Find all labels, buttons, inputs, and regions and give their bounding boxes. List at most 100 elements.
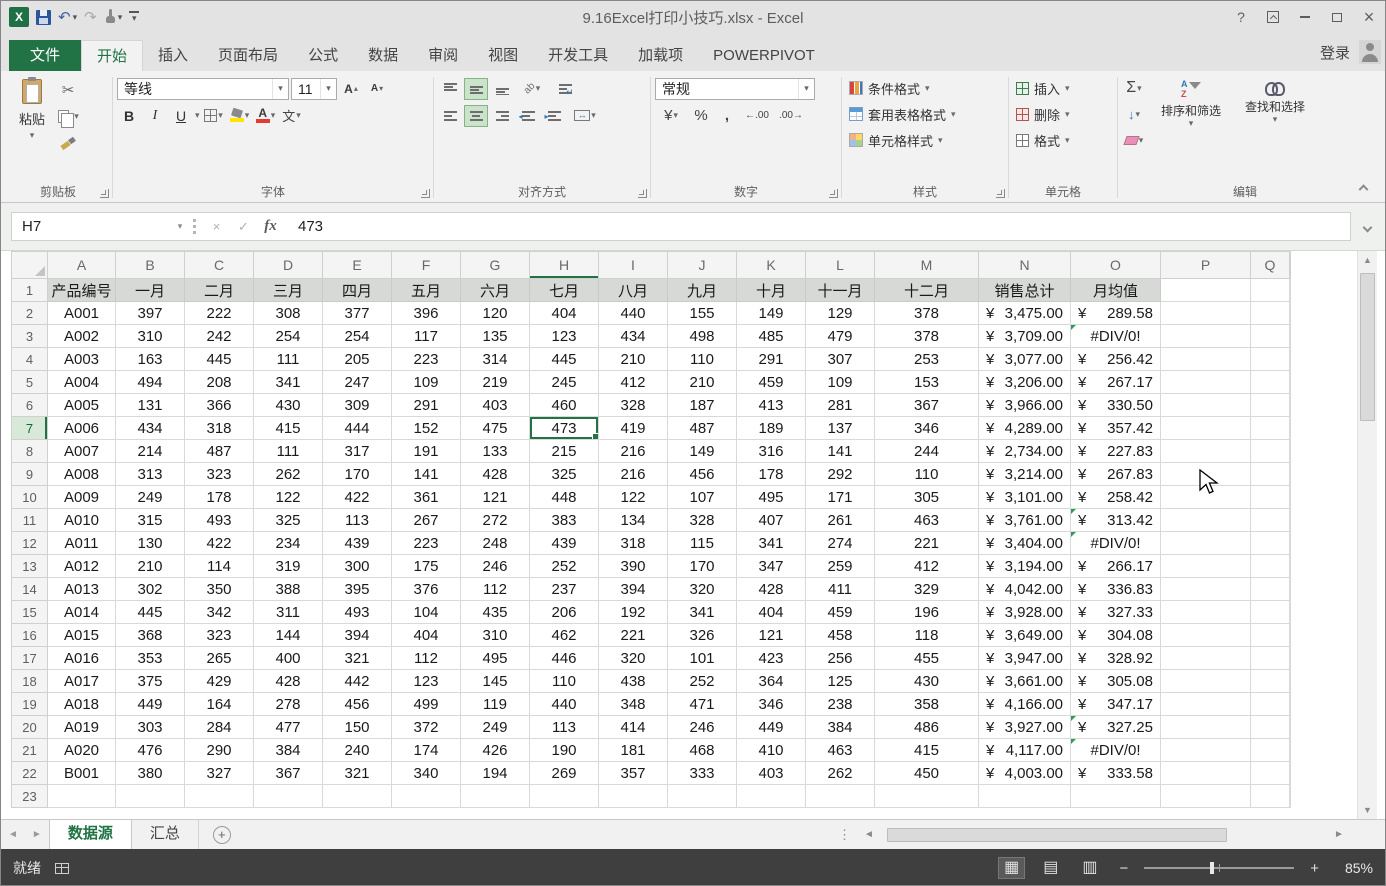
cell-E3[interactable]: 254 bbox=[323, 325, 392, 348]
cell-L3[interactable]: 479 bbox=[806, 325, 875, 348]
column-header-Q[interactable]: Q bbox=[1251, 252, 1290, 279]
cell-P8[interactable] bbox=[1161, 440, 1251, 463]
cell-Q20[interactable] bbox=[1251, 716, 1290, 739]
cell-C18[interactable]: 429 bbox=[185, 670, 254, 693]
cell-L20[interactable]: 384 bbox=[806, 716, 875, 739]
cell-O22[interactable]: ¥333.58 bbox=[1071, 762, 1161, 785]
cell-Q8[interactable] bbox=[1251, 440, 1290, 463]
tab-data[interactable]: 数据 bbox=[353, 40, 413, 71]
cell-P15[interactable] bbox=[1161, 601, 1251, 624]
phonetic-guide-button[interactable]: 文▾ bbox=[280, 105, 304, 127]
column-header-G[interactable]: G bbox=[461, 252, 530, 279]
cell-O20[interactable]: ¥327.25 bbox=[1071, 716, 1161, 739]
cell-B3[interactable]: 310 bbox=[116, 325, 185, 348]
cell-N19[interactable]: ¥4,166.00 bbox=[979, 693, 1071, 716]
cell-J13[interactable]: 170 bbox=[668, 555, 737, 578]
undo-button[interactable]: ↶▾ bbox=[58, 10, 77, 25]
row-header-7[interactable]: 7 bbox=[12, 417, 48, 440]
cell-A20[interactable]: A019 bbox=[48, 716, 116, 739]
row-header-8[interactable]: 8 bbox=[12, 440, 48, 463]
number-format-combo[interactable]: 常规▾ bbox=[655, 78, 815, 100]
align-right-button[interactable] bbox=[490, 105, 514, 127]
cell-partial-row[interactable] bbox=[737, 785, 806, 808]
cell-B11[interactable]: 315 bbox=[116, 509, 185, 532]
cell-O21[interactable]: #DIV/0! bbox=[1071, 739, 1161, 762]
cell-partial-row[interactable] bbox=[116, 785, 185, 808]
cell-overflow-6[interactable] bbox=[1290, 394, 1291, 417]
cell-C22[interactable]: 327 bbox=[185, 762, 254, 785]
borders-button[interactable]: ▾ bbox=[202, 105, 226, 127]
cell-N8[interactable]: ¥2,734.00 bbox=[979, 440, 1071, 463]
cell-N10[interactable]: ¥3,101.00 bbox=[979, 486, 1071, 509]
cell-L1[interactable]: 十一月 bbox=[806, 279, 875, 302]
row-header-15[interactable]: 15 bbox=[12, 601, 48, 624]
row-header-21[interactable]: 21 bbox=[12, 739, 48, 762]
alignment-dialog-launcher[interactable] bbox=[638, 189, 647, 198]
cell-E11[interactable]: 113 bbox=[323, 509, 392, 532]
cell-H16[interactable]: 462 bbox=[530, 624, 599, 647]
cell-J10[interactable]: 107 bbox=[668, 486, 737, 509]
formula-input[interactable]: 473 bbox=[284, 218, 323, 235]
row-header-10[interactable]: 10 bbox=[12, 486, 48, 509]
tab-file[interactable]: 文件 bbox=[9, 40, 81, 71]
find-select-button[interactable]: 查找和选择 ▾ bbox=[1236, 75, 1314, 151]
cell-F8[interactable]: 191 bbox=[392, 440, 461, 463]
conditional-formatting-button[interactable]: 条件格式▾ bbox=[846, 75, 1004, 101]
cell-D2[interactable]: 308 bbox=[254, 302, 323, 325]
cell-overflow-22[interactable] bbox=[1290, 762, 1291, 785]
copy-button[interactable]: ▾ bbox=[56, 105, 80, 127]
cell-G16[interactable]: 310 bbox=[461, 624, 530, 647]
expand-formula-bar-button[interactable] bbox=[1356, 218, 1378, 236]
cell-I5[interactable]: 412 bbox=[599, 371, 668, 394]
cell-E6[interactable]: 309 bbox=[323, 394, 392, 417]
cell-D8[interactable]: 111 bbox=[254, 440, 323, 463]
cell-N15[interactable]: ¥3,928.00 bbox=[979, 601, 1071, 624]
cell-F22[interactable]: 340 bbox=[392, 762, 461, 785]
cell-A22[interactable]: B001 bbox=[48, 762, 116, 785]
cell-O18[interactable]: ¥305.08 bbox=[1071, 670, 1161, 693]
cell-M10[interactable]: 305 bbox=[875, 486, 979, 509]
row-header-9[interactable]: 9 bbox=[12, 463, 48, 486]
cell-B10[interactable]: 249 bbox=[116, 486, 185, 509]
cell-E4[interactable]: 205 bbox=[323, 348, 392, 371]
formula-bar-grip[interactable] bbox=[193, 219, 196, 234]
cell-K2[interactable]: 149 bbox=[737, 302, 806, 325]
accounting-format-button[interactable]: ¥▾ bbox=[655, 105, 687, 127]
name-box[interactable]: H7▾ bbox=[12, 213, 190, 240]
cell-H8[interactable]: 215 bbox=[530, 440, 599, 463]
cell-K14[interactable]: 428 bbox=[737, 578, 806, 601]
zoom-slider-thumb[interactable] bbox=[1210, 862, 1214, 874]
cell-L4[interactable]: 307 bbox=[806, 348, 875, 371]
cell-D10[interactable]: 122 bbox=[254, 486, 323, 509]
cell-G20[interactable]: 249 bbox=[461, 716, 530, 739]
styles-dialog-launcher[interactable] bbox=[996, 189, 1005, 198]
cell-K8[interactable]: 316 bbox=[737, 440, 806, 463]
tab-developer[interactable]: 开发工具 bbox=[533, 40, 623, 71]
cell-partial-row[interactable] bbox=[254, 785, 323, 808]
cell-B13[interactable]: 210 bbox=[116, 555, 185, 578]
cell-N5[interactable]: ¥3,206.00 bbox=[979, 371, 1071, 394]
cell-overflow-11[interactable] bbox=[1290, 509, 1291, 532]
number-dialog-launcher[interactable] bbox=[829, 189, 838, 198]
cell-D18[interactable]: 428 bbox=[254, 670, 323, 693]
cell-M8[interactable]: 244 bbox=[875, 440, 979, 463]
cell-partial-row[interactable] bbox=[392, 785, 461, 808]
cell-H21[interactable]: 190 bbox=[530, 739, 599, 762]
font-size-combo[interactable]: 11▾ bbox=[291, 78, 337, 100]
cell-G17[interactable]: 495 bbox=[461, 647, 530, 670]
cell-N7[interactable]: ¥4,289.00 bbox=[979, 417, 1071, 440]
cell-L5[interactable]: 109 bbox=[806, 371, 875, 394]
cell-D3[interactable]: 254 bbox=[254, 325, 323, 348]
cell-A2[interactable]: A001 bbox=[48, 302, 116, 325]
cell-B17[interactable]: 353 bbox=[116, 647, 185, 670]
cell-J1[interactable]: 九月 bbox=[668, 279, 737, 302]
cell-K6[interactable]: 413 bbox=[737, 394, 806, 417]
horizontal-scrollbar-track[interactable] bbox=[879, 827, 1329, 843]
cell-I3[interactable]: 434 bbox=[599, 325, 668, 348]
align-bottom-button[interactable] bbox=[490, 78, 514, 100]
cell-H20[interactable]: 113 bbox=[530, 716, 599, 739]
cell-I14[interactable]: 394 bbox=[599, 578, 668, 601]
cell-Q17[interactable] bbox=[1251, 647, 1290, 670]
cell-Q13[interactable] bbox=[1251, 555, 1290, 578]
cell-J16[interactable]: 326 bbox=[668, 624, 737, 647]
